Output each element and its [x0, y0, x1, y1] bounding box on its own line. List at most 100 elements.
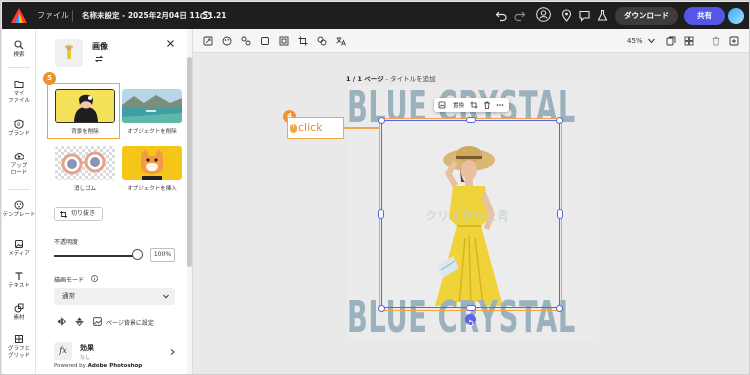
- zoom-level[interactable]: 45%: [627, 37, 643, 45]
- info-icon[interactable]: [91, 275, 98, 282]
- panel-scrollbar[interactable]: [187, 29, 192, 374]
- flask-icon[interactable]: [596, 9, 609, 22]
- chevron-down-icon: [163, 294, 169, 299]
- crop-small-icon[interactable]: [470, 101, 478, 109]
- resize-handle-bottom[interactable]: [466, 305, 476, 311]
- opacity-slider-track[interactable]: [54, 255, 139, 257]
- set-background-icon[interactable]: [93, 317, 102, 326]
- blend-mode-select[interactable]: 通常: [54, 288, 175, 305]
- upload-icon: [14, 152, 24, 160]
- delete-small-icon[interactable]: [483, 101, 491, 109]
- avatar[interactable]: [728, 8, 744, 24]
- frame-icon[interactable]: [279, 36, 289, 46]
- layers-icon[interactable]: [317, 36, 327, 46]
- resize-handle-right[interactable]: [557, 209, 563, 219]
- search-icon: [14, 40, 24, 50]
- rail-label: テンプレート: [2, 212, 36, 218]
- floating-toolbar: 置換: [434, 98, 509, 112]
- grid-view-icon[interactable]: [684, 36, 694, 46]
- rail-item-upload[interactable]: アップ ロード: [2, 151, 36, 177]
- app-window: ファイル 名称未設定 - 2025年2月04日 11.51.21 ダウンロード …: [0, 0, 750, 375]
- close-icon[interactable]: [166, 39, 175, 48]
- tool-eraser[interactable]: 消しゴム: [55, 146, 115, 192]
- eraser-preview: [55, 146, 115, 180]
- blend-mode-value: 通常: [62, 292, 75, 300]
- left-rail: 検索 マイ ファイル B ブランド アップ ロード テンプレート メディア テキ…: [2, 29, 36, 374]
- chevron-right-icon: [170, 349, 175, 355]
- template-icon: [14, 200, 24, 210]
- rail-item-templates[interactable]: テンプレート: [2, 200, 36, 219]
- replace-button[interactable]: 置換: [453, 101, 464, 109]
- tool-caption: オブジェクトを削除: [127, 129, 177, 135]
- remove-object-preview: [122, 89, 182, 123]
- rail-label: ブランド: [7, 131, 30, 137]
- page-number: 1 / 1 ページ: [346, 75, 384, 83]
- thumbnail-figure-icon: [65, 45, 73, 59]
- user-icon[interactable]: [536, 7, 551, 22]
- chevron-down-icon[interactable]: [648, 38, 655, 44]
- resize-icon[interactable]: [203, 36, 213, 46]
- panel-title: 画像: [92, 42, 108, 51]
- undo-icon[interactable]: [495, 9, 508, 22]
- rail-label: マイ ファイル: [7, 91, 30, 104]
- resize-handle-top-left[interactable]: [378, 117, 385, 124]
- opacity-slider-handle[interactable]: [132, 249, 143, 260]
- redo-icon[interactable]: [513, 9, 526, 22]
- scrollbar-thumb[interactable]: [187, 57, 192, 267]
- opacity-input[interactable]: 100%: [150, 248, 175, 262]
- rail-item-brand[interactable]: B ブランド: [2, 119, 36, 138]
- adobe-express-logo[interactable]: [11, 8, 27, 23]
- resize-handle-top-right[interactable]: [556, 117, 563, 124]
- resize-handle-top[interactable]: [466, 117, 476, 123]
- download-button[interactable]: ダウンロード: [615, 7, 678, 25]
- pages-icon[interactable]: [666, 36, 676, 46]
- replace-image-icon[interactable]: [94, 54, 104, 64]
- flip-horizontal-icon[interactable]: [57, 317, 66, 326]
- grid-icon: [15, 335, 23, 343]
- rotate-icon: [467, 319, 474, 327]
- rotate-handle[interactable]: [465, 314, 476, 327]
- pin-icon[interactable]: [560, 9, 573, 22]
- translate-icon[interactable]: [336, 36, 346, 46]
- replace-icon[interactable]: [438, 101, 446, 109]
- tool-caption: オブジェクトを挿入: [127, 186, 177, 192]
- rail-label: メディア: [8, 251, 30, 257]
- resize-handle-left[interactable]: [378, 209, 384, 219]
- cloud-icon[interactable]: [199, 9, 212, 21]
- rail-label: アップ ロード: [10, 163, 28, 176]
- effects-row[interactable]: fx 効果 なし: [54, 342, 175, 362]
- comment-icon[interactable]: [578, 9, 591, 22]
- folder-icon: [14, 81, 24, 88]
- elements-icon: [14, 303, 24, 313]
- delete-icon[interactable]: [711, 36, 721, 46]
- crop-button[interactable]: 切り抜き: [54, 207, 103, 221]
- more-icon[interactable]: [496, 101, 504, 109]
- animation-icon[interactable]: [241, 36, 251, 46]
- tool-remove-object[interactable]: オブジェクトを削除: [122, 89, 182, 135]
- file-menu[interactable]: ファイル: [37, 10, 69, 21]
- crop-icon: [60, 211, 67, 218]
- rail-item-my-files[interactable]: マイ ファイル: [2, 79, 36, 105]
- rail-item-text[interactable]: テキスト: [2, 271, 36, 290]
- image-thumbnail: [55, 39, 83, 67]
- set-page-background-link[interactable]: ページ背景に設定: [106, 318, 154, 327]
- rail-item-charts-grid[interactable]: グラフと グリッド: [2, 334, 36, 360]
- rail-item-media[interactable]: メディア: [2, 239, 36, 258]
- color-palette-icon[interactable]: [222, 36, 232, 46]
- rail-item-search[interactable]: 検索: [2, 40, 36, 59]
- selection-box[interactable]: [381, 120, 560, 308]
- rail-item-elements[interactable]: 素材: [2, 303, 36, 322]
- share-button[interactable]: 共有: [684, 7, 725, 25]
- insert-object-preview: [122, 146, 182, 180]
- page-title-hint[interactable]: - タイトルを追加: [384, 75, 436, 83]
- add-page-icon[interactable]: [729, 36, 739, 46]
- powered-by: Powered by Adobe Photoshop: [54, 363, 142, 369]
- resize-handle-bottom-right[interactable]: [556, 305, 563, 312]
- rail-label: グラフと グリッド: [7, 346, 30, 359]
- click-label: click: [298, 121, 323, 134]
- resize-handle-bottom-left[interactable]: [378, 305, 385, 312]
- flip-vertical-icon[interactable]: [75, 317, 84, 326]
- crop-tool-icon[interactable]: [298, 36, 308, 46]
- tool-insert-object[interactable]: オブジェクトを挿入: [122, 146, 182, 192]
- shape-icon[interactable]: [260, 36, 270, 46]
